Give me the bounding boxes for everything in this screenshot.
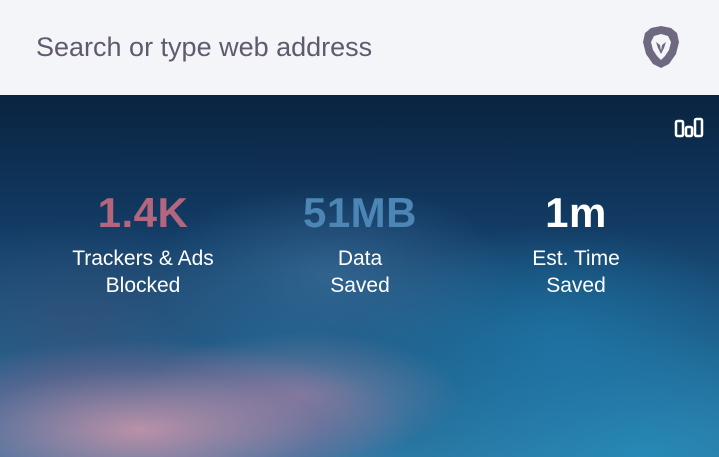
stat-trackers-blocked: 1.4K Trackers & Ads Blocked xyxy=(33,191,253,299)
stats-chart-icon[interactable] xyxy=(674,115,704,139)
stat-label-line1: Est. Time xyxy=(532,247,620,270)
stat-label: Est. Time Saved xyxy=(466,245,686,299)
stat-label-line1: Trackers & Ads xyxy=(72,247,214,270)
stat-label-line1: Data xyxy=(337,247,383,270)
new-tab-page-background: 1.4K Trackers & Ads Blocked 51MB Data Sa… xyxy=(0,95,719,457)
stat-label: Trackers & Ads Blocked xyxy=(33,245,253,299)
stat-time-saved: 1m Est. Time Saved xyxy=(466,191,686,299)
brave-lion-icon[interactable] xyxy=(640,24,682,70)
url-bar xyxy=(0,0,719,95)
stat-label-line2: Blocked xyxy=(105,274,181,297)
search-input[interactable] xyxy=(36,24,596,70)
stat-label: Data Saved xyxy=(250,245,470,299)
stat-data-saved: 51MB Data Saved xyxy=(250,191,470,299)
stat-label-line2: Saved xyxy=(330,274,390,297)
stat-value: 51MB xyxy=(302,189,418,236)
stat-value: 1.4K xyxy=(97,189,189,236)
stat-value: 1m xyxy=(545,189,607,236)
stat-label-line2: Saved xyxy=(546,274,606,297)
